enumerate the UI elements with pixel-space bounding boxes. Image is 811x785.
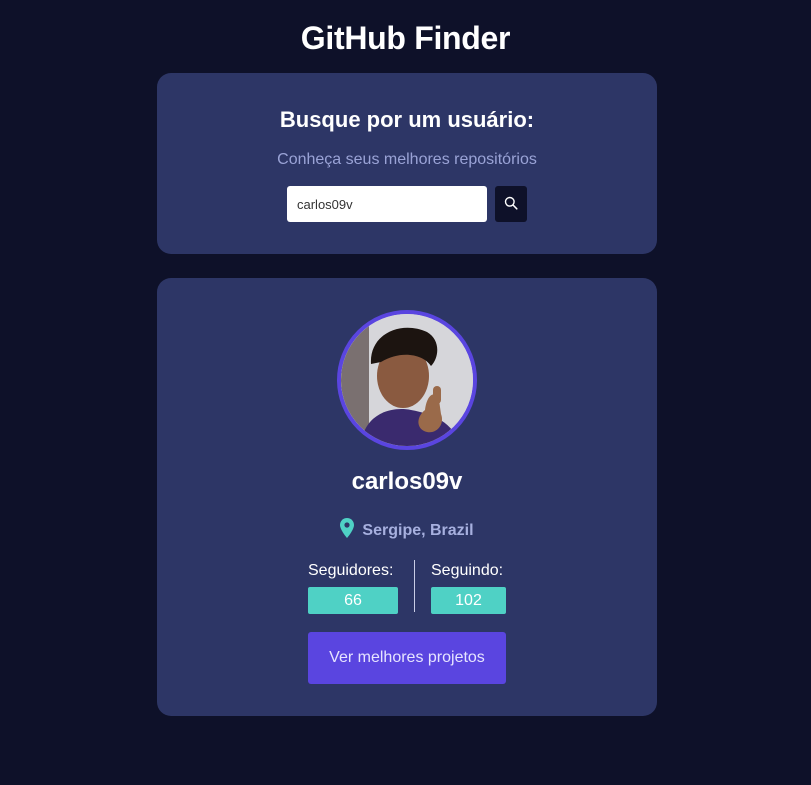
following-count: 102	[431, 587, 506, 614]
followers-stat: Seguidores: 66	[308, 560, 398, 614]
search-icon	[504, 196, 518, 213]
following-stat: Seguindo: 102	[431, 560, 506, 614]
search-button[interactable]	[495, 186, 527, 222]
search-input[interactable]	[287, 186, 487, 222]
followers-label: Seguidores:	[308, 562, 394, 579]
followers-count: 66	[308, 587, 398, 614]
stats-divider	[414, 560, 415, 612]
location: Sergipe, Brazil	[157, 518, 657, 543]
avatar	[337, 310, 477, 450]
location-text: Sergipe, Brazil	[362, 521, 474, 539]
following-label: Seguindo:	[431, 562, 504, 579]
username: carlos09v	[351, 468, 463, 495]
search-subtitle: Conheça seus melhores repositórios	[277, 151, 537, 168]
profile-card: carlos09v Sergipe, Brazil Seguidores: 66…	[157, 278, 657, 716]
search-heading: Busque por um usuário:	[279, 107, 535, 132]
view-projects-button[interactable]: Ver melhores projetos	[308, 632, 506, 684]
app-title: GitHub Finder	[300, 20, 511, 56]
search-card: Busque por um usuário: Conheça seus melh…	[157, 73, 657, 254]
map-pin-icon	[340, 518, 355, 543]
